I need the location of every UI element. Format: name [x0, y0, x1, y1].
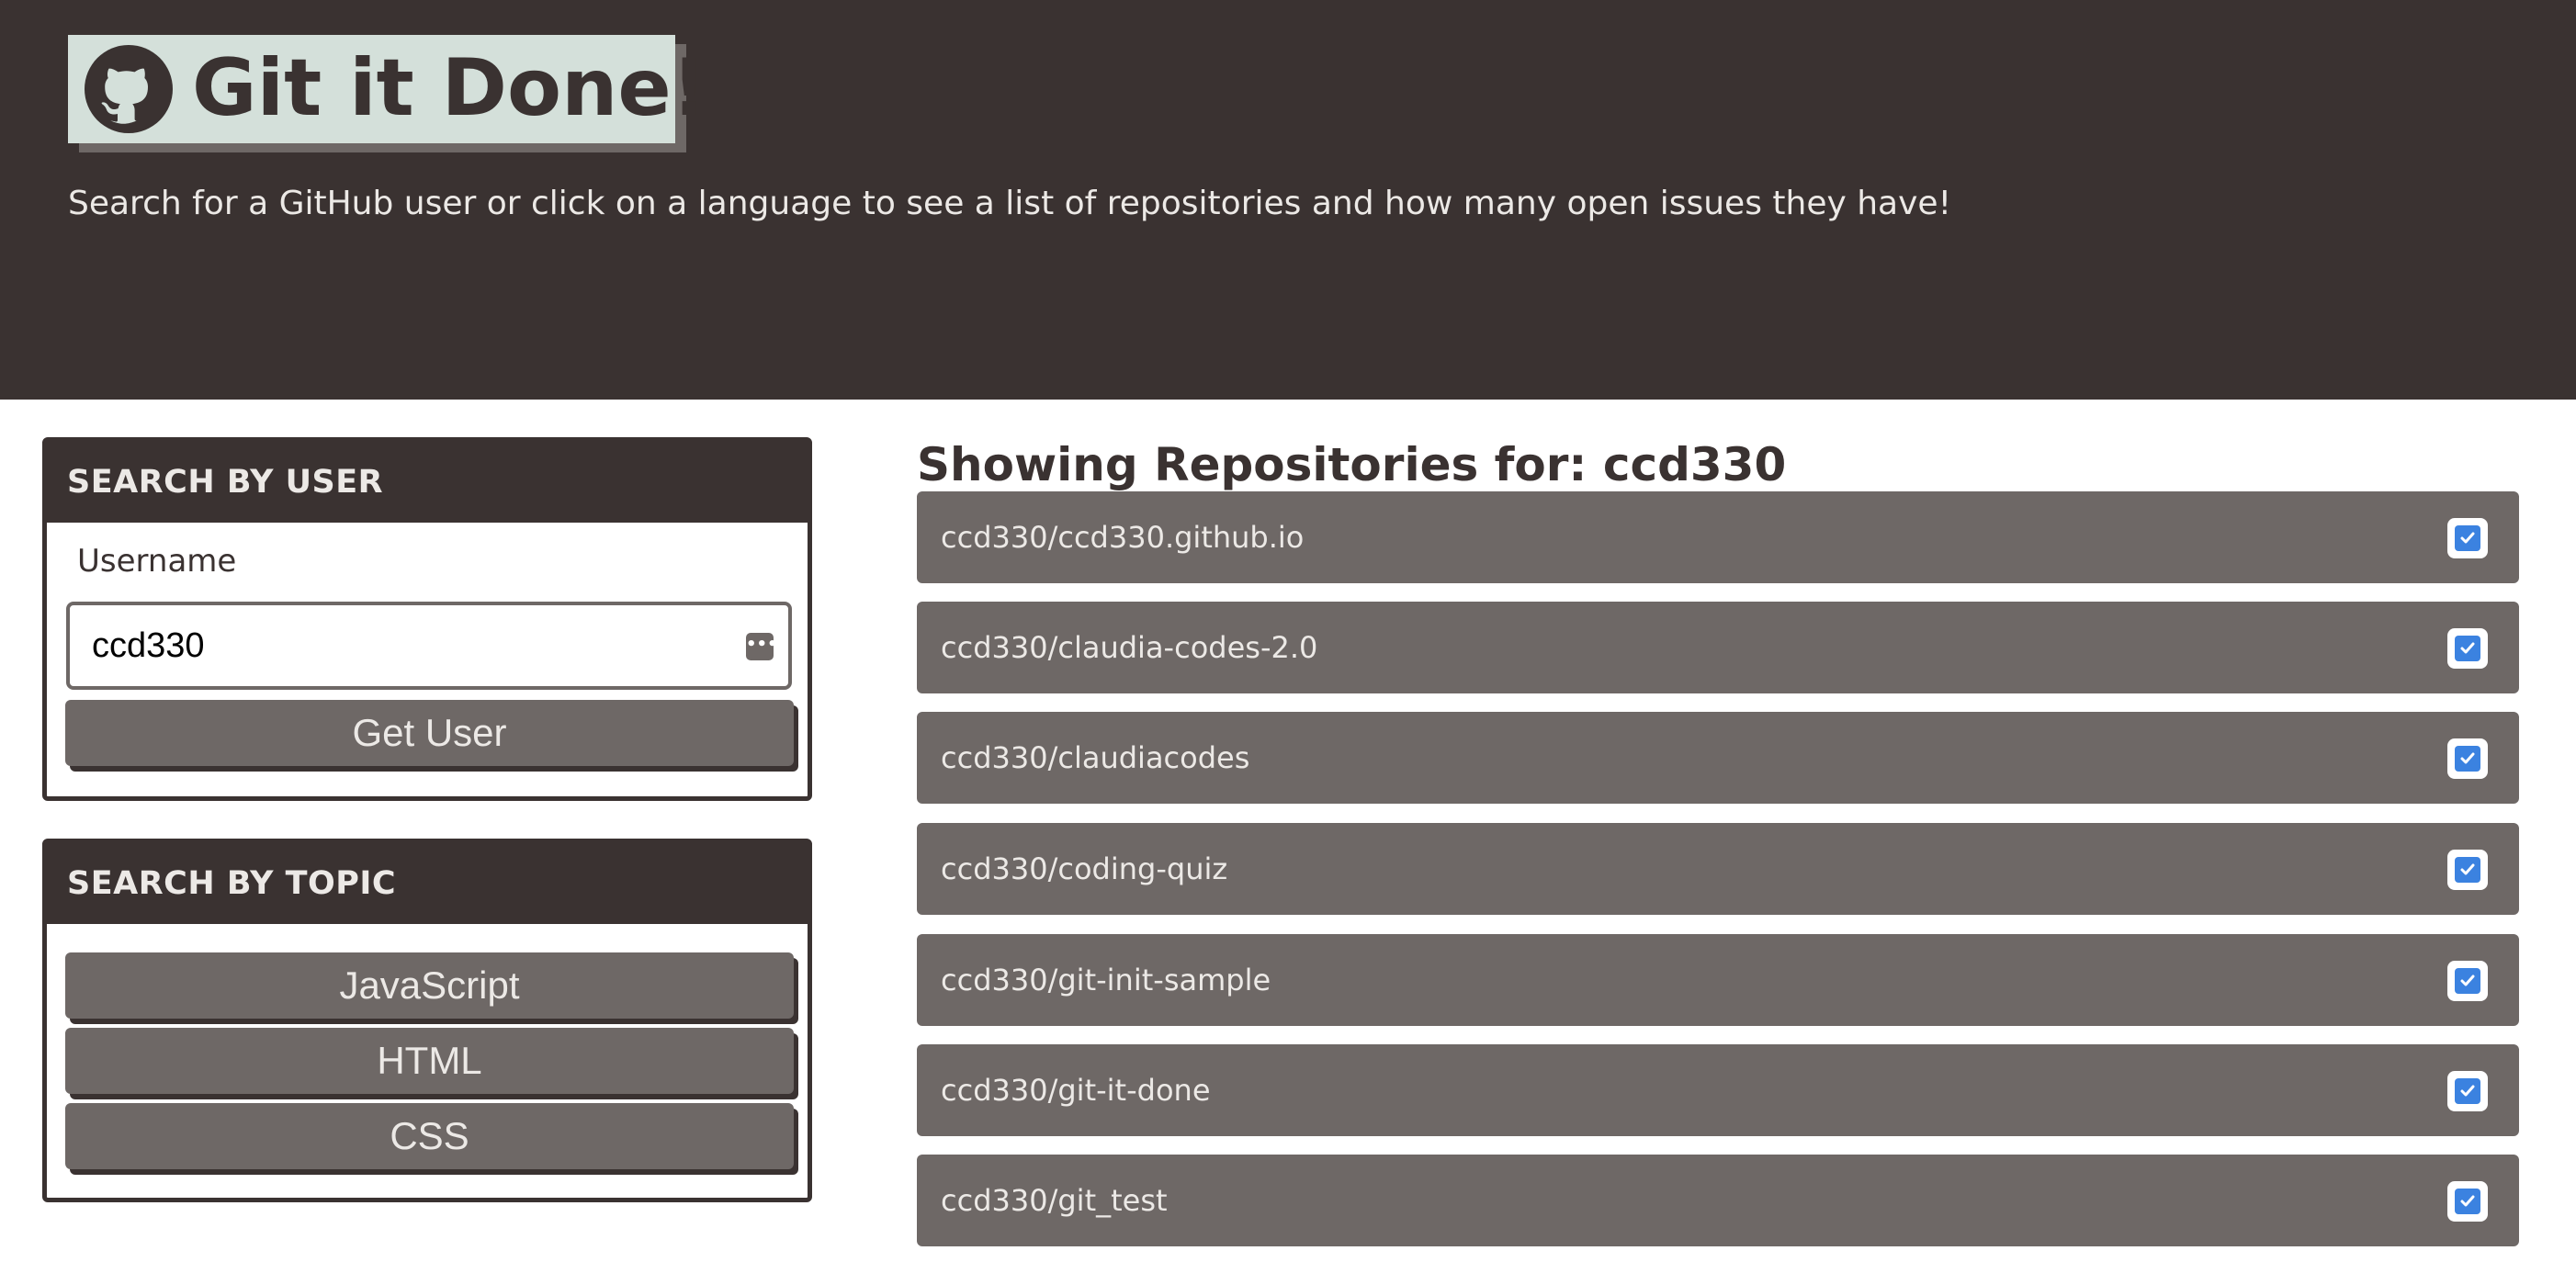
- topic-button-html[interactable]: HTML: [65, 1028, 794, 1094]
- check-square-icon: [2447, 1181, 2488, 1222]
- repo-item[interactable]: ccd330/git_test: [917, 1155, 2519, 1246]
- github-octocat-icon: [85, 45, 173, 133]
- username-input[interactable]: [92, 622, 717, 670]
- repo-item[interactable]: ccd330/git-it-done: [917, 1044, 2519, 1136]
- page-header: Git it Done! Search for a GitHub user or…: [0, 0, 2576, 400]
- repo-item[interactable]: ccd330/git-init-sample: [917, 934, 2519, 1026]
- repo-name: ccd330/git-it-done: [941, 1073, 1211, 1108]
- username-label: Username: [77, 543, 237, 580]
- search-by-topic-heading: SEARCH BY TOPIC: [47, 843, 808, 924]
- topic-button-javascript[interactable]: JavaScript: [65, 952, 794, 1019]
- password-manager-icon[interactable]: •••: [746, 633, 778, 660]
- page-subtitle: Search for a GitHub user or click on a l…: [68, 185, 1951, 222]
- repo-name: ccd330/ccd330.github.io: [941, 520, 1305, 555]
- repos-heading: Showing Repositories for: ccd330: [917, 438, 1787, 491]
- get-user-button[interactable]: Get User: [65, 700, 794, 766]
- check-square-icon: [2447, 518, 2488, 558]
- page-title: Git it Done!: [192, 42, 707, 134]
- check-square-icon: [2447, 850, 2488, 890]
- repo-item[interactable]: ccd330/claudia-codes-2.0: [917, 602, 2519, 693]
- repo-name: ccd330/claudia-codes-2.0: [941, 630, 1318, 665]
- search-by-topic-card: SEARCH BY TOPIC JavaScript HTML CSS: [42, 839, 812, 1202]
- logo: Git it Done!: [68, 35, 707, 143]
- check-square-icon: [2447, 961, 2488, 1001]
- repo-item[interactable]: ccd330/coding-quiz: [917, 823, 2519, 915]
- repo-item[interactable]: ccd330/ccd330.github.io: [917, 491, 2519, 583]
- repo-name: ccd330/claudiacodes: [941, 740, 1250, 775]
- username-field[interactable]: •••: [66, 602, 792, 690]
- topic-button-css[interactable]: CSS: [65, 1103, 794, 1169]
- repo-name: ccd330/coding-quiz: [941, 851, 1228, 886]
- search-by-user-heading: SEARCH BY USER: [47, 442, 808, 523]
- repo-name: ccd330/git_test: [941, 1183, 1168, 1218]
- search-by-user-card: SEARCH BY USER Username ••• Get User: [42, 437, 812, 801]
- repo-item[interactable]: ccd330/claudiacodes: [917, 712, 2519, 804]
- repo-name: ccd330/git-init-sample: [941, 963, 1271, 997]
- check-square-icon: [2447, 738, 2488, 779]
- check-square-icon: [2447, 628, 2488, 669]
- check-square-icon: [2447, 1071, 2488, 1111]
